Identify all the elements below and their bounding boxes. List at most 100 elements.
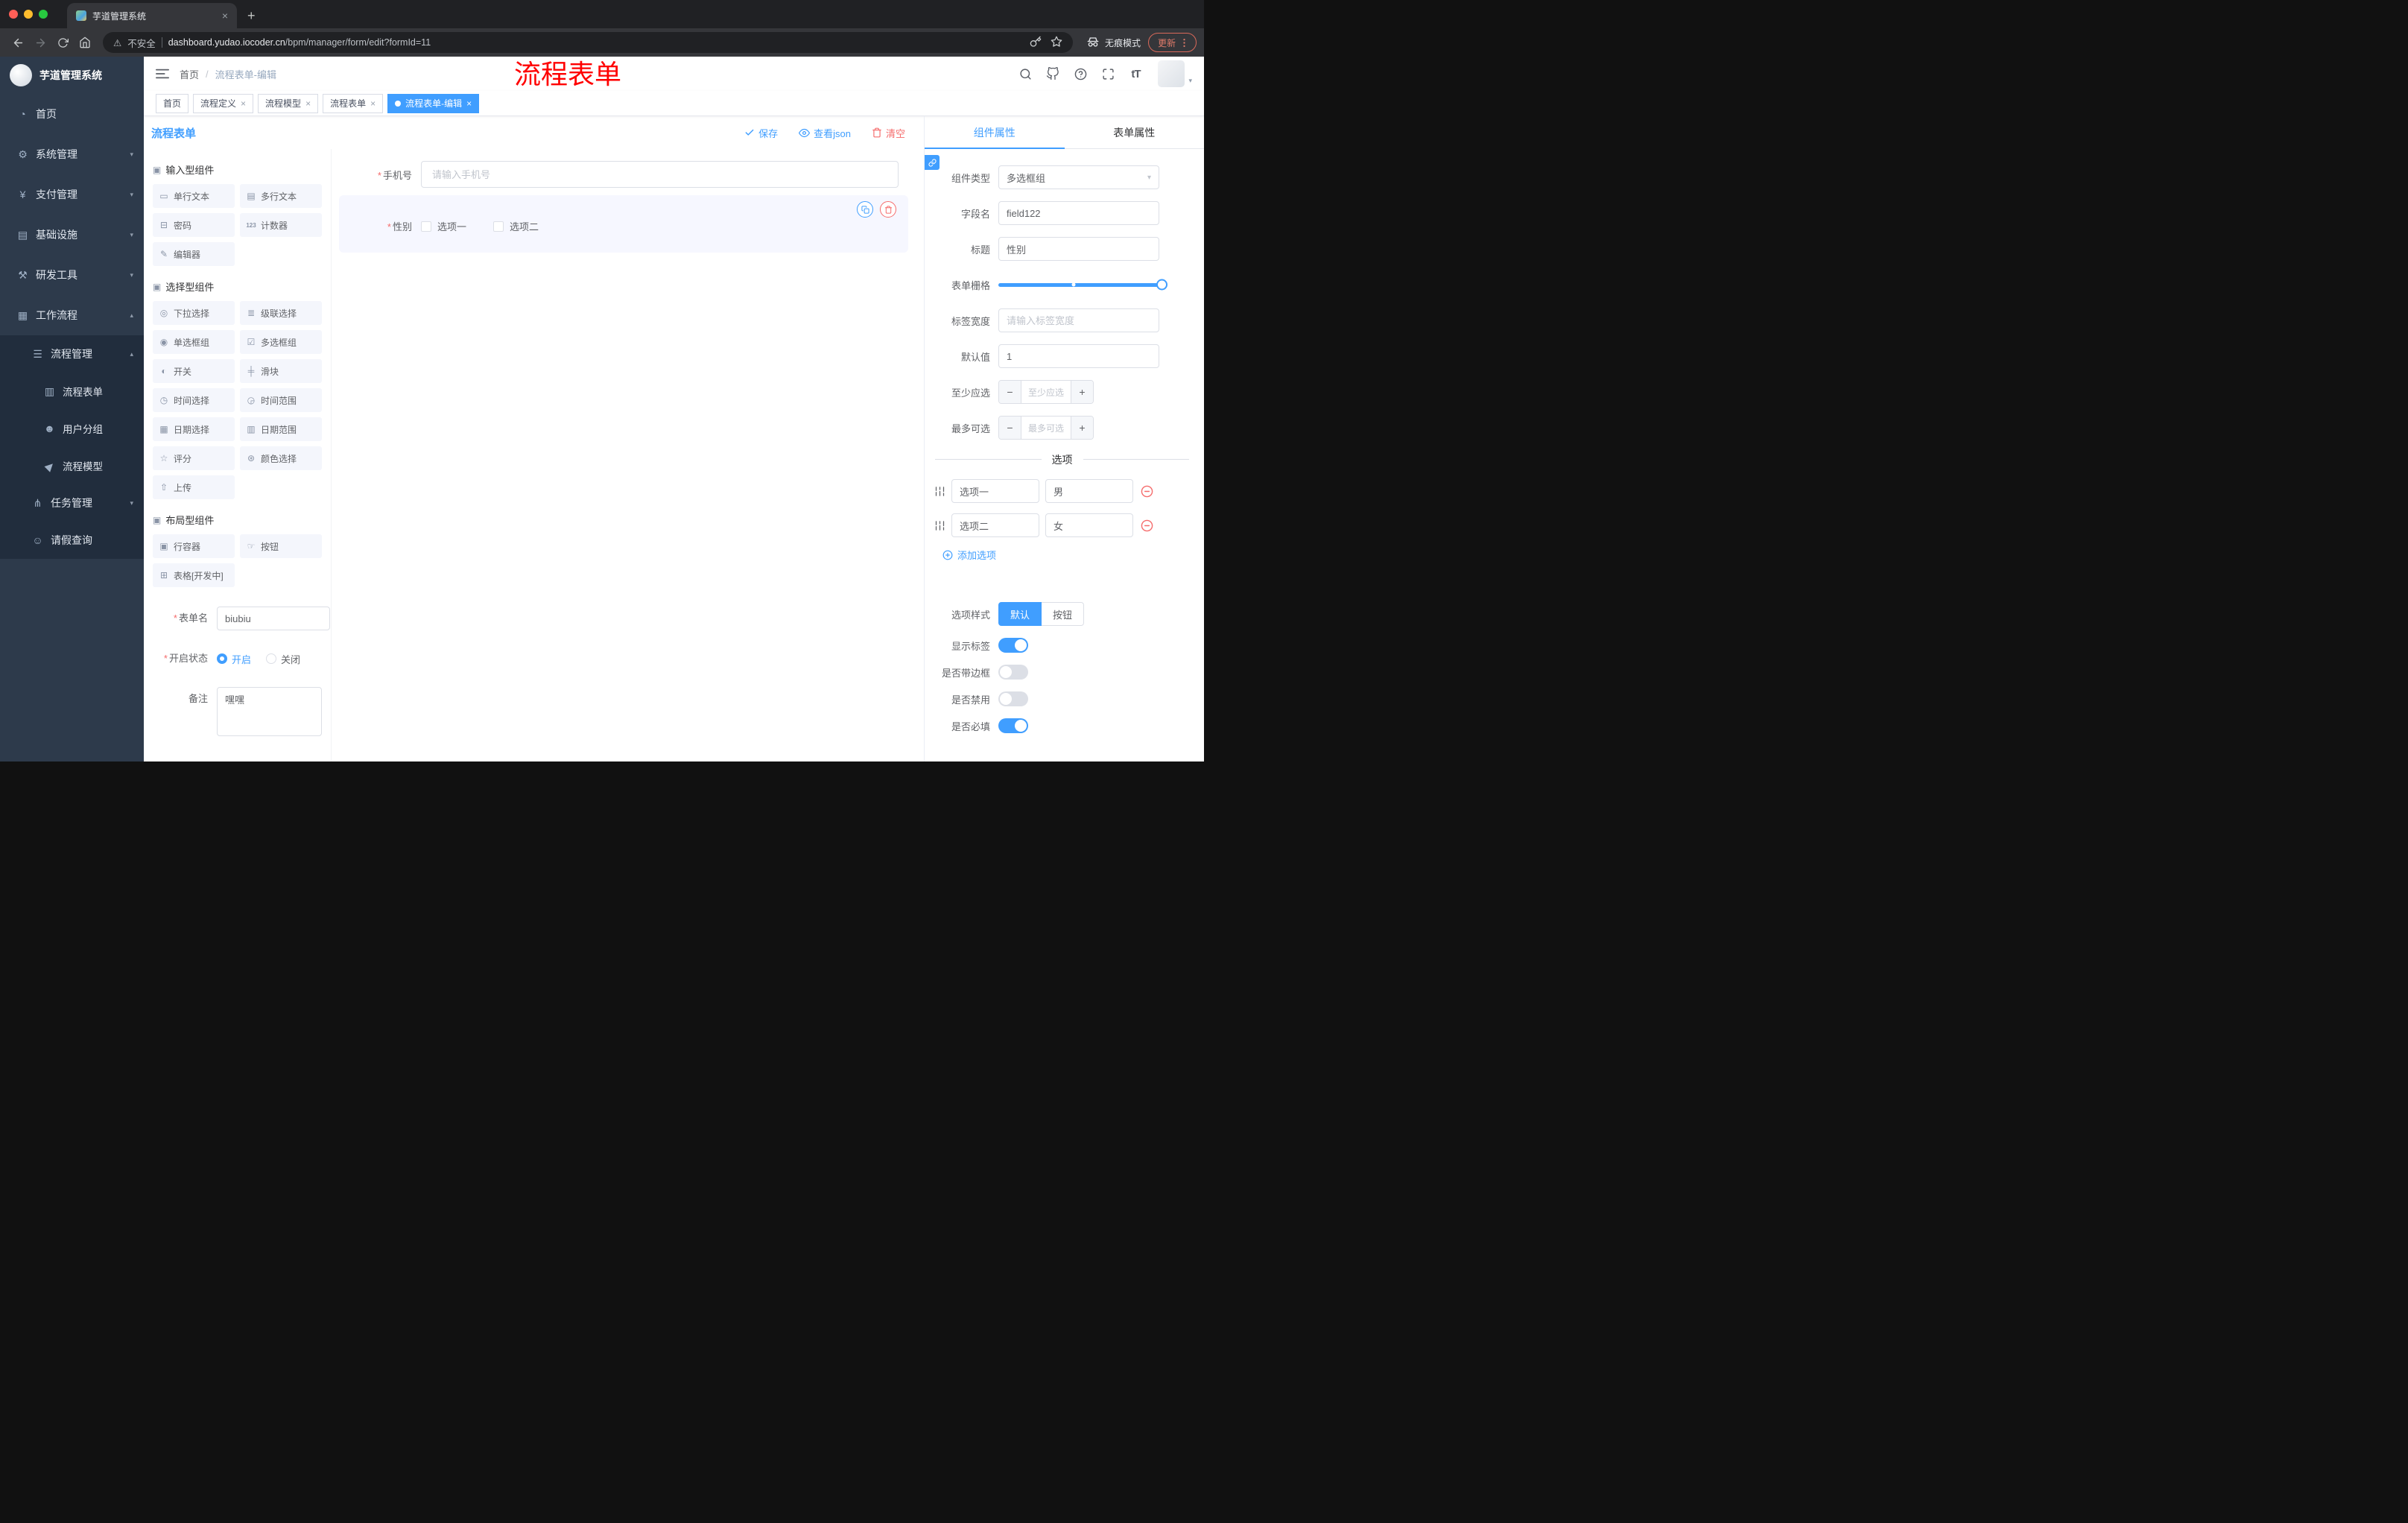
tag-home[interactable]: 首页	[156, 93, 189, 113]
palette-item-switch[interactable]: ◐ 开关	[153, 359, 235, 383]
delete-component-button[interactable]	[880, 201, 896, 218]
back-button[interactable]	[7, 32, 28, 53]
palette-item-color-picker[interactable]: ⊛ 颜色选择	[240, 446, 322, 470]
address-bar[interactable]: ⚠ 不安全 dashboard.yudao.iocoder.cn/bpm/man…	[103, 32, 1073, 53]
label-width-input[interactable]	[998, 308, 1159, 332]
sidebar-item-system-management[interactable]: ⚙ 系统管理 ▾	[0, 134, 144, 174]
sidebar-item-payment-management[interactable]: ¥ 支付管理 ▾	[0, 174, 144, 215]
tab-component-props[interactable]: 组件属性	[925, 116, 1065, 149]
palette-item-rich-editor[interactable]: ✎ 编辑器	[153, 242, 235, 266]
form-grid-slider[interactable]	[998, 273, 1167, 297]
palette-item-select[interactable]: ◎ 下拉选择	[153, 301, 235, 325]
slider-handle[interactable]	[1156, 279, 1167, 291]
close-icon[interactable]: ×	[370, 98, 376, 109]
sidebar-item-process-management[interactable]: ☰ 流程管理 ▴	[0, 335, 144, 373]
close-icon[interactable]: ×	[305, 98, 311, 109]
palette-item-button[interactable]: ☞ 按钮	[240, 534, 322, 558]
palette-item-checkbox-group[interactable]: ☑ 多选框组	[240, 330, 322, 354]
form-remark-textarea[interactable]: 嘿嘿	[217, 687, 322, 736]
remove-option-button[interactable]	[1141, 519, 1153, 532]
palette-item-rate[interactable]: ☆ 评分	[153, 446, 235, 470]
close-icon[interactable]: ×	[466, 98, 472, 109]
palette-item-slider[interactable]: ╪ 滑块	[240, 359, 322, 383]
palette-item-time-range[interactable]: ◶ 时间范围	[240, 388, 322, 412]
palette-item-time-picker[interactable]: ◷ 时间选择	[153, 388, 235, 412]
sidebar-item-dev-tools[interactable]: ⚒ 研发工具 ▾	[0, 255, 144, 295]
palette-item-date-picker[interactable]: ▦ 日期选择	[153, 417, 235, 441]
disabled-switch[interactable]	[998, 691, 1028, 706]
save-button[interactable]: 保存	[744, 126, 778, 140]
reload-button[interactable]	[52, 32, 73, 53]
phone-input[interactable]	[421, 161, 899, 188]
palette-item-input-text[interactable]: ▭ 单行文本	[153, 184, 235, 208]
palette-item-counter[interactable]: 123 计数器	[240, 213, 322, 237]
checkbox-option-1[interactable]: 选项一	[421, 219, 466, 233]
border-switch[interactable]	[998, 665, 1028, 680]
help-icon[interactable]	[1072, 66, 1089, 82]
tag-process-form[interactable]: 流程表单 ×	[323, 93, 384, 113]
increase-button[interactable]: +	[1071, 417, 1093, 439]
checkbox-option-2[interactable]: 选项二	[493, 219, 539, 233]
palette-item-textarea[interactable]: ▤ 多行文本	[240, 184, 322, 208]
sidebar-item-infrastructure[interactable]: ▤ 基础设施 ▾	[0, 215, 144, 255]
breadcrumb-home[interactable]: 首页	[180, 67, 199, 81]
browser-tab[interactable]: 芋道管理系统 ×	[67, 3, 237, 28]
palette-item-radio-group[interactable]: ◉ 单选框组	[153, 330, 235, 354]
drag-sliders-icon[interactable]	[934, 486, 945, 497]
increase-button[interactable]: +	[1071, 381, 1093, 403]
password-key-icon[interactable]	[1030, 36, 1042, 50]
option-2-name-input[interactable]	[951, 513, 1039, 537]
option-1-value-input[interactable]	[1045, 479, 1133, 503]
forward-button[interactable]	[30, 32, 51, 53]
link-icon[interactable]	[925, 155, 940, 170]
palette-item-table[interactable]: ⊞ 表格[开发中]	[153, 563, 235, 587]
fullscreen-icon[interactable]	[1100, 66, 1116, 82]
palette-item-password[interactable]: ⊟ 密码	[153, 213, 235, 237]
sidebar-item-process-model[interactable]: ▶ 流程模型	[0, 447, 144, 484]
style-default-button[interactable]: 默认	[998, 602, 1042, 626]
decrease-button[interactable]: −	[999, 417, 1021, 439]
sidebar-item-home[interactable]: ◔ 首页	[0, 94, 144, 134]
palette-item-cascader[interactable]: ≣ 级联选择	[240, 301, 322, 325]
default-value-input[interactable]	[998, 344, 1159, 368]
tab-form-props[interactable]: 表单属性	[1065, 116, 1205, 148]
bookmark-star-icon[interactable]	[1051, 36, 1062, 50]
remove-option-button[interactable]	[1141, 485, 1153, 498]
sidebar-item-workflow[interactable]: ▦ 工作流程 ▴	[0, 295, 144, 335]
palette-item-upload[interactable]: ⇧ 上传	[153, 475, 235, 499]
home-button[interactable]	[75, 32, 95, 53]
show-label-switch[interactable]	[998, 638, 1028, 653]
search-icon[interactable]	[1017, 66, 1033, 82]
close-window-button[interactable]	[9, 10, 18, 19]
text-size-icon[interactable]: tT	[1127, 66, 1144, 82]
max-select-value[interactable]: 最多可选	[1021, 417, 1071, 439]
form-name-input[interactable]	[217, 607, 330, 630]
copy-component-button[interactable]	[857, 201, 873, 218]
title-input[interactable]	[998, 237, 1159, 261]
required-switch[interactable]	[998, 718, 1028, 733]
canvas-field-gender-selected[interactable]: * 性别 选项一 选项二	[339, 195, 908, 253]
sidebar-item-user-group[interactable]: ☻ 用户分组	[0, 410, 144, 447]
browser-update-menu-button[interactable]: 更新	[1147, 33, 1197, 52]
canvas-field-phone[interactable]: * 手机号	[339, 161, 899, 188]
sidebar-collapse-icon[interactable]	[156, 68, 169, 80]
tab-close-icon[interactable]: ×	[222, 10, 228, 22]
github-icon[interactable]	[1045, 66, 1061, 82]
sidebar-item-leave-query[interactable]: ☺ 请假查询	[0, 522, 144, 559]
drag-sliders-icon[interactable]	[934, 520, 945, 531]
option-2-value-input[interactable]	[1045, 513, 1133, 537]
close-icon[interactable]: ×	[241, 98, 246, 109]
palette-item-date-range[interactable]: ▥ 日期范围	[240, 417, 322, 441]
user-menu[interactable]: ▾	[1158, 60, 1192, 87]
add-option-button[interactable]: 添加选项	[942, 548, 1194, 562]
sidebar-item-task-management[interactable]: ⋔ 任务管理 ▾	[0, 484, 144, 522]
tag-process-definition[interactable]: 流程定义 ×	[193, 93, 254, 113]
sidebar-item-process-form[interactable]: ▥ 流程表单	[0, 373, 144, 410]
view-json-button[interactable]: 查看json	[799, 126, 851, 140]
field-name-input[interactable]	[998, 201, 1159, 225]
clear-button[interactable]: 清空	[872, 126, 905, 140]
maximize-window-button[interactable]	[39, 10, 48, 19]
palette-item-row-container[interactable]: ▣ 行容器	[153, 534, 235, 558]
minimize-window-button[interactable]	[24, 10, 33, 19]
radio-closed[interactable]: 关闭	[266, 652, 300, 666]
